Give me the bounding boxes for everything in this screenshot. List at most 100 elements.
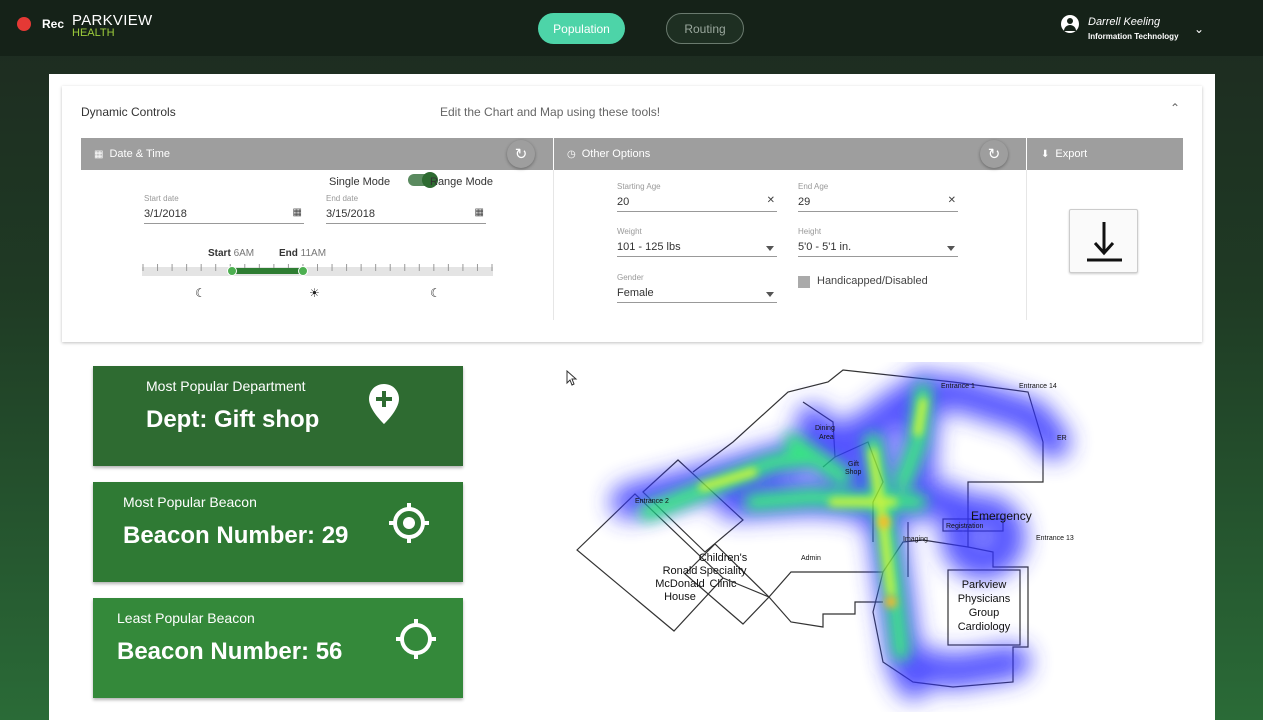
end-date-value: 3/15/2018 xyxy=(326,208,375,220)
dropdown-caret-icon xyxy=(947,246,955,251)
slider-start-label: Start 6AM xyxy=(208,248,254,259)
end-age-field[interactable]: 29 ✕ xyxy=(798,194,958,212)
export-header: ⬇ Export xyxy=(1027,138,1183,170)
starting-age-value: 20 xyxy=(617,196,630,208)
map-label: Dining xyxy=(815,425,835,432)
other-options-header: ◷ Other Options ↻ xyxy=(554,138,1026,170)
map-label: Parkview xyxy=(962,579,1007,591)
gender-label: Gender xyxy=(617,273,644,282)
gender-select[interactable]: Female xyxy=(617,285,777,303)
date-time-header: ▦ Date & Time ↻ xyxy=(81,138,553,170)
map-label: Imaging xyxy=(903,536,928,543)
start-date-field[interactable]: 3/1/2018 ▦ xyxy=(144,206,304,224)
stat-value: Beacon Number: 29 xyxy=(123,522,349,549)
time-slider-range xyxy=(232,268,303,274)
most-popular-department-card: Most Popular Department Dept: Gift shop xyxy=(93,366,463,466)
starting-age-label: Starting Age xyxy=(617,182,661,191)
user-department: Information Technology xyxy=(1088,32,1179,41)
slider-start-value: 6AM xyxy=(233,248,255,259)
single-mode-label: Single Mode xyxy=(329,176,391,188)
map-label: Shop xyxy=(845,469,861,476)
heat-layer xyxy=(611,370,1070,699)
end-date-label: End date xyxy=(326,194,359,203)
map-label: Emergency xyxy=(971,509,1032,523)
map-label: Group xyxy=(969,607,1000,619)
user-account-icon[interactable] xyxy=(1061,15,1079,33)
handicapped-label: Handicapped/Disabled xyxy=(817,275,928,287)
start-date-value: 3/1/2018 xyxy=(144,208,187,220)
stat-title: Most Popular Beacon xyxy=(123,494,257,510)
map-label: House xyxy=(664,591,696,603)
time-slider-end-handle[interactable] xyxy=(298,266,308,276)
crosshair-icon xyxy=(396,619,436,659)
height-value: 5'0 - 5'1 in. xyxy=(798,241,852,253)
stat-title: Least Popular Beacon xyxy=(117,610,255,626)
chevron-down-icon[interactable]: ⌄ xyxy=(1194,22,1204,36)
height-label: Height xyxy=(798,227,822,236)
stat-value: Dept: Gift shop xyxy=(146,406,320,433)
map-label: Entrance 14 xyxy=(1019,383,1057,390)
dynamic-controls-title: Dynamic Controls xyxy=(81,105,176,119)
slider-end-label: End 11AM xyxy=(279,248,326,259)
starting-age-field[interactable]: 20 ✕ xyxy=(617,194,777,212)
least-popular-beacon-card: Least Popular Beacon Beacon Number: 56 xyxy=(93,598,463,698)
most-popular-beacon-card: Most Popular Beacon Beacon Number: 29 xyxy=(93,482,463,582)
map-label: Physicians xyxy=(958,593,1011,605)
clock-icon: ◷ xyxy=(567,148,576,160)
map-label: ER xyxy=(1057,435,1067,442)
map-label: Entrance 1 xyxy=(941,383,975,390)
calendar-icon[interactable]: ▦ xyxy=(475,207,484,218)
other-options-refresh-icon[interactable]: ↻ xyxy=(980,140,1008,168)
map-label: Children's xyxy=(699,552,748,564)
handicapped-checkbox[interactable] xyxy=(798,276,810,288)
gender-value: Female xyxy=(617,287,654,299)
calendar-icon[interactable]: ▦ xyxy=(293,207,302,218)
parkview-logo: PARKVIEW HEALTH xyxy=(72,12,153,39)
record-indicator-icon xyxy=(17,17,31,31)
clear-icon[interactable]: ✕ xyxy=(948,195,956,206)
map-label: Admin xyxy=(801,555,821,562)
user-name: Darrell Keeling xyxy=(1088,16,1161,28)
chevron-up-icon[interactable]: ⌃ xyxy=(1170,101,1180,115)
main-panel: Dynamic Controls Edit the Chart and Map … xyxy=(49,74,1215,720)
map-label: Entrance 13 xyxy=(1036,535,1074,542)
export-download-button[interactable] xyxy=(1069,209,1138,273)
time-slider-start-handle[interactable] xyxy=(227,266,237,276)
dynamic-controls-card: Dynamic Controls Edit the Chart and Map … xyxy=(62,86,1202,342)
date-time-header-label: Date & Time xyxy=(109,148,170,160)
map-label: Registration xyxy=(946,523,983,530)
download-small-icon: ⬇ xyxy=(1041,148,1050,160)
calendar-icon: ▦ xyxy=(94,148,104,160)
map-label: Clinic xyxy=(710,578,737,590)
download-icon xyxy=(1087,222,1122,262)
other-options-header-label: Other Options xyxy=(581,148,651,160)
top-bar: Rec PARKVIEW HEALTH Population Routing D… xyxy=(0,0,1263,56)
map-pin-plus-icon xyxy=(369,384,399,424)
dropdown-caret-icon xyxy=(766,246,774,251)
clear-icon[interactable]: ✕ xyxy=(767,195,775,206)
date-time-refresh-icon[interactable]: ↻ xyxy=(507,140,535,168)
slider-end-key: End xyxy=(279,248,298,259)
moon-icon: ☾ xyxy=(430,286,441,300)
map-label: Area xyxy=(819,434,834,441)
slider-start-key: Start xyxy=(208,248,231,259)
routing-tab-button[interactable]: Routing xyxy=(666,13,744,44)
map-label: Entrance 2 xyxy=(635,498,669,505)
map-label: Gift xyxy=(848,461,859,468)
logo-line-1: PARKVIEW xyxy=(72,12,153,29)
end-date-field[interactable]: 3/15/2018 ▦ xyxy=(326,206,486,224)
end-age-label: End Age xyxy=(798,182,829,191)
weight-select[interactable]: 101 - 125 lbs xyxy=(617,239,777,257)
time-slider-ticks xyxy=(142,264,493,271)
map-label: Speciality xyxy=(699,565,747,577)
hospital-heatmap[interactable]: Entrance 1 Entrance 14 ER Registration D… xyxy=(573,362,1113,712)
height-select[interactable]: 5'0 - 5'1 in. xyxy=(798,239,958,257)
population-tab-button[interactable]: Population xyxy=(538,13,625,44)
end-age-value: 29 xyxy=(798,196,811,208)
stat-value: Beacon Number: 56 xyxy=(117,638,343,665)
sun-icon: ☀ xyxy=(309,286,320,300)
record-label: Rec xyxy=(42,17,65,31)
stat-title: Most Popular Department xyxy=(146,378,306,394)
map-label: Cardiology xyxy=(958,621,1011,633)
map-label: McDonald xyxy=(655,578,705,590)
